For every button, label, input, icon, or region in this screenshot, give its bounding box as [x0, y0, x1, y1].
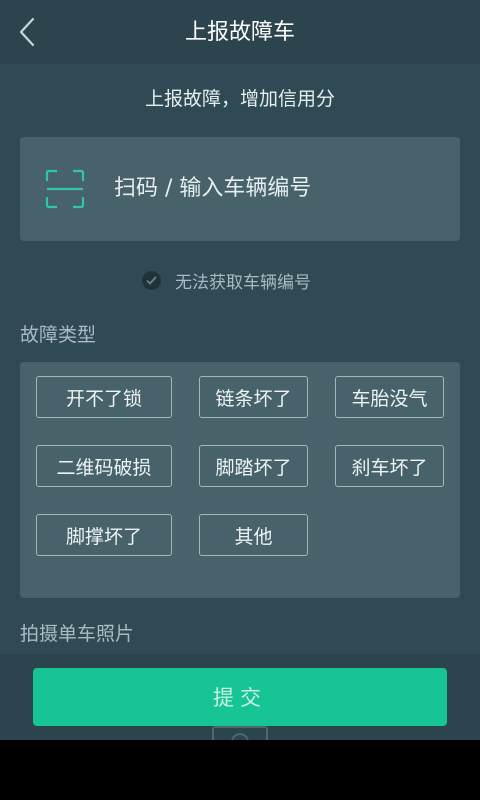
scan-input-button[interactable]: 扫码 / 输入车辆编号: [20, 137, 460, 241]
scan-frame-icon: [45, 169, 85, 209]
fault-option[interactable]: 其他: [199, 514, 308, 556]
fault-option[interactable]: 车胎没气: [335, 376, 444, 418]
camera-icon: [212, 726, 268, 740]
fault-type-title: 故障类型: [20, 324, 97, 346]
fault-option[interactable]: 链条坏了: [199, 376, 308, 418]
fault-option[interactable]: 脚撑坏了: [36, 514, 172, 556]
page-title: 上报故障车: [184, 20, 295, 45]
report-screen: 上报故障车 上报故障，增加信用分 扫码 / 输入车辆编号 无法获取车辆编号 故障…: [0, 0, 480, 740]
no-code-toggle[interactable]: 无法获取车辆编号: [142, 268, 311, 293]
fault-option[interactable]: 脚踏坏了: [199, 445, 308, 487]
fault-type-panel: 开不了锁 链条坏了 车胎没气 二维码破损 脚踏坏了 刹车坏了 脚撑坏了 其他: [20, 362, 460, 598]
check-circle-icon: [142, 270, 161, 290]
system-nav-area: [0, 740, 480, 800]
scan-label: 扫码 / 输入车辆编号: [114, 176, 312, 201]
submit-button[interactable]: 提交: [33, 668, 447, 726]
fault-option[interactable]: 刹车坏了: [335, 445, 444, 487]
fault-option[interactable]: 二维码破损: [36, 445, 172, 487]
no-code-label: 无法获取车辆编号: [175, 272, 311, 293]
page-subtitle: 上报故障，增加信用分: [144, 88, 335, 110]
photo-section-title: 拍摄单车照片: [20, 623, 135, 645]
header-bar: 上报故障车: [0, 0, 480, 64]
fault-option[interactable]: 开不了锁: [36, 376, 172, 418]
